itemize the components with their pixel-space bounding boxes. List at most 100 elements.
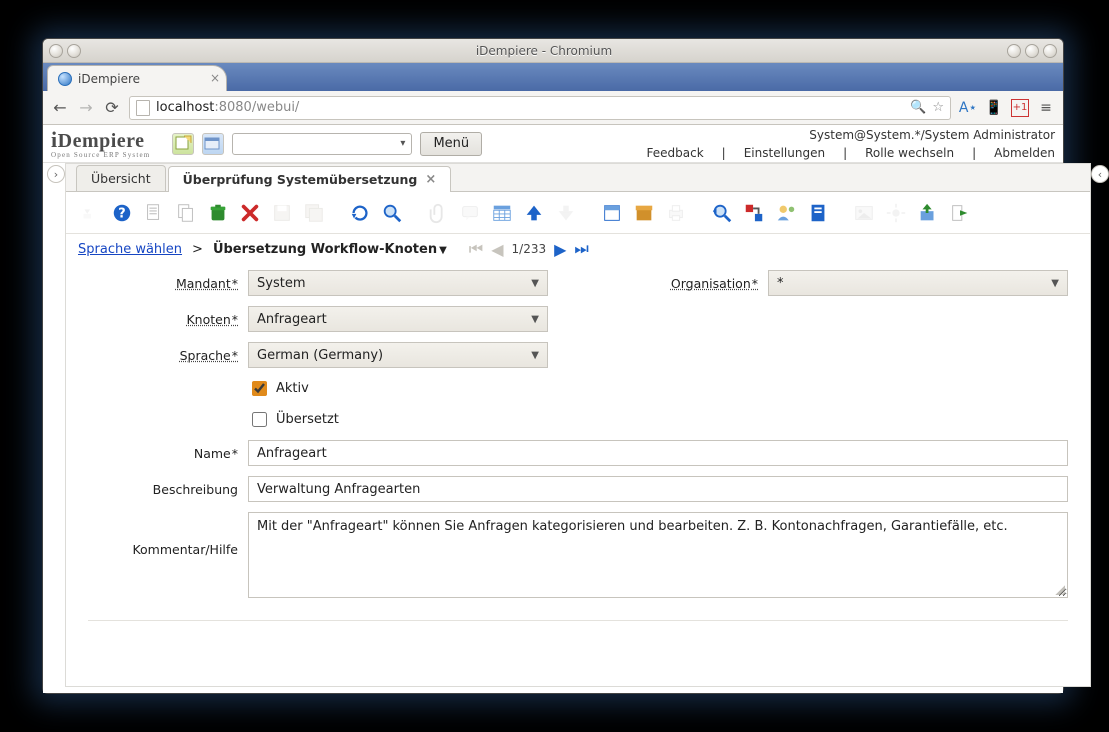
breadcrumb-current[interactable]: Übersetzung Workflow-Knoten▼: [213, 242, 447, 257]
browser-menu-icon[interactable]: ≡: [1037, 99, 1055, 117]
breadcrumb: Sprache wählen > Übersetzung Workflow-Kn…: [66, 234, 1090, 264]
gear-icon[interactable]: [884, 201, 908, 225]
next-record-icon[interactable]: ▶: [554, 240, 566, 259]
parent-record-icon[interactable]: [522, 201, 546, 225]
copy-record-icon[interactable]: [174, 201, 198, 225]
chat-icon[interactable]: [458, 201, 482, 225]
link-logout[interactable]: Abmelden: [994, 146, 1055, 160]
tab-overview[interactable]: Übersicht: [76, 165, 166, 191]
exit-icon[interactable]: [948, 201, 972, 225]
export-icon[interactable]: [916, 201, 940, 225]
input-beschreibung[interactable]: Verwaltung Anfragearten: [248, 476, 1068, 502]
checkbox-uebersetzt[interactable]: [252, 412, 267, 427]
os-button[interactable]: [67, 44, 81, 58]
detail-record-icon[interactable]: [600, 201, 624, 225]
product-info-icon[interactable]: [806, 201, 830, 225]
favicon-icon: [58, 72, 72, 86]
left-rail: ›: [47, 163, 65, 687]
extension-plus-icon[interactable]: +1: [1011, 99, 1029, 117]
app-header: iDempiere Open Source ERP System ▾ Menü …: [43, 125, 1063, 163]
request-icon[interactable]: [774, 201, 798, 225]
close-window-button[interactable]: [1043, 44, 1057, 58]
prev-record-icon[interactable]: ◀: [491, 240, 503, 259]
input-name[interactable]: Anfrageart: [248, 440, 1068, 466]
combo-organisation[interactable]: *▼: [768, 270, 1068, 296]
search-icon[interactable]: [380, 201, 404, 225]
home-icon[interactable]: [78, 201, 102, 225]
label-uebersetzt: Übersetzt: [276, 412, 339, 427]
link-switch-role[interactable]: Rolle wechseln: [865, 146, 954, 160]
help-icon[interactable]: ?: [110, 201, 134, 225]
last-record-icon[interactable]: ⏭: [574, 239, 588, 259]
url-rest: :8080/webui/: [214, 100, 299, 115]
url-host: localhost: [156, 100, 214, 115]
expand-right-icon[interactable]: ‹: [1091, 165, 1109, 183]
browser-toolbar: ← → ⟳ localhost:8080/webui/ 🔍 ☆ A⋆ 📱 +1 …: [43, 91, 1063, 125]
combo-mandant[interactable]: System▼: [248, 270, 548, 296]
paperclip-icon[interactable]: [426, 201, 450, 225]
delete-icon[interactable]: [238, 201, 262, 225]
label-organisation: Organisation: [558, 276, 758, 291]
trash-icon[interactable]: [206, 201, 230, 225]
reload-icon[interactable]: ⟳: [103, 98, 121, 117]
breadcrumb-sep: >: [192, 242, 203, 257]
breadcrumb-link[interactable]: Sprache wählen: [78, 242, 182, 257]
right-rail: ‹: [1091, 163, 1109, 687]
active-workflow-icon[interactable]: [742, 201, 766, 225]
combo-sprache[interactable]: German (Germany)▼: [248, 342, 548, 368]
minimize-button[interactable]: [1007, 44, 1021, 58]
label-mandant: Mandant: [88, 276, 238, 291]
browser-tab-title: iDempiere: [78, 72, 140, 86]
logo-subtitle: Open Source ERP System: [51, 152, 150, 159]
browser-tab-strip: iDempiere ×: [43, 63, 1063, 91]
checkbox-aktiv[interactable]: [252, 381, 267, 396]
first-record-icon[interactable]: ⏮: [469, 239, 483, 259]
app-tabs: Übersicht Überprüfung Systemübersetzung …: [66, 164, 1090, 192]
browser-tab[interactable]: iDempiere ×: [47, 65, 227, 91]
extension-phone-icon[interactable]: 📱: [985, 99, 1003, 117]
saveall-icon[interactable]: [302, 201, 326, 225]
os-titlebar: iDempiere - Chromium: [43, 39, 1063, 63]
svg-text:?: ?: [118, 206, 125, 221]
close-tab-icon[interactable]: ×: [425, 172, 436, 187]
new-record-icon[interactable]: [142, 201, 166, 225]
open-window-icon[interactable]: [202, 133, 224, 155]
extension-translate-icon[interactable]: A⋆: [959, 99, 977, 117]
combo-knoten[interactable]: Anfrageart▼: [248, 306, 548, 332]
star-icon[interactable]: ☆: [932, 100, 944, 115]
new-window-icon[interactable]: [172, 133, 194, 155]
archive-icon[interactable]: [632, 201, 656, 225]
forward-icon[interactable]: →: [77, 98, 95, 117]
user-context: System@System.*/System Administrator: [647, 128, 1055, 142]
record-toolbar: ?: [66, 192, 1090, 234]
grid-view-icon[interactable]: [490, 201, 514, 225]
logo: iDempiere Open Source ERP System: [51, 129, 150, 159]
menu-button[interactable]: Menü: [420, 132, 482, 156]
close-tab-icon[interactable]: ×: [210, 72, 220, 84]
link-settings[interactable]: Einstellungen: [744, 146, 825, 160]
tab-translation-check[interactable]: Überprüfung Systemübersetzung ×: [168, 166, 452, 192]
refresh-icon[interactable]: [348, 201, 372, 225]
divider: [88, 620, 1068, 634]
window-title: iDempiere - Chromium: [85, 44, 1003, 58]
link-feedback[interactable]: Feedback: [647, 146, 704, 160]
textarea-kommentar[interactable]: Mit der "Anfrageart" können Sie Anfragen…: [248, 512, 1068, 598]
label-beschreibung: Beschreibung: [88, 482, 238, 497]
print-icon[interactable]: [664, 201, 688, 225]
quick-search-combo[interactable]: ▾: [232, 133, 412, 155]
page-indicator: 1/233: [512, 242, 547, 256]
page-icon: [136, 100, 150, 116]
url-bar[interactable]: localhost:8080/webui/ 🔍 ☆: [129, 96, 951, 120]
label-knoten: Knoten: [88, 312, 238, 327]
maximize-button[interactable]: [1025, 44, 1039, 58]
os-button[interactable]: [49, 44, 63, 58]
zoom-indicator-icon[interactable]: 🔍: [910, 100, 926, 115]
child-record-icon[interactable]: [554, 201, 578, 225]
label-aktiv: Aktiv: [276, 381, 309, 396]
save-icon[interactable]: [270, 201, 294, 225]
expand-left-icon[interactable]: ›: [47, 165, 65, 183]
back-icon[interactable]: ←: [51, 98, 69, 117]
zoom-across-icon[interactable]: [710, 201, 734, 225]
label-name: Name: [88, 446, 238, 461]
image-icon[interactable]: [852, 201, 876, 225]
